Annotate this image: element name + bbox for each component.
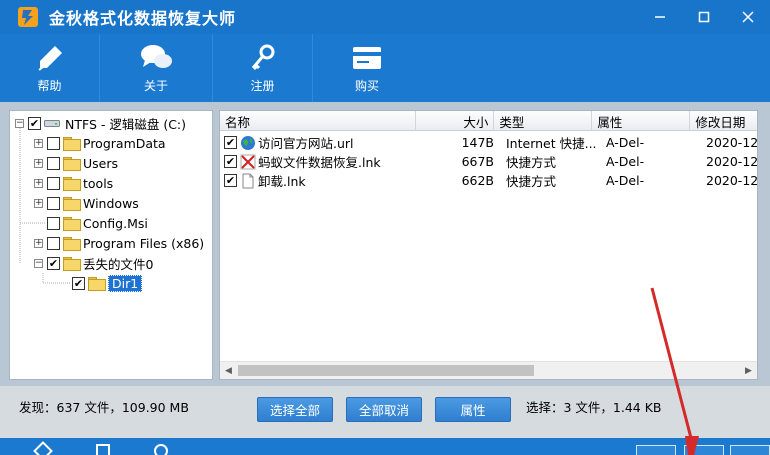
- file-attributes: A-Del-: [606, 135, 645, 150]
- deselect-all-button[interactable]: 全部取消: [346, 397, 422, 422]
- tree-item-label: Dir1: [108, 274, 143, 292]
- title-bar: 金秋格式化数据恢复大师: [0, 0, 770, 34]
- tree-lines: [19, 128, 70, 284]
- file-type: 快捷方式: [506, 174, 557, 189]
- horizontal-scrollbar[interactable]: ◀ ▶: [220, 361, 757, 379]
- save-icon[interactable]: [96, 444, 110, 455]
- file-size: 662B: [461, 173, 494, 188]
- column-header-type[interactable]: 类型: [494, 111, 593, 131]
- file-type: 快捷方式: [506, 155, 557, 170]
- column-header-modified-date[interactable]: 修改日期: [690, 111, 757, 131]
- list-item[interactable]: ✔ 蚂蚁文件数据恢复.lnk 667B 快捷方式 A-Del- 2020-12-: [220, 152, 758, 171]
- column-header-name[interactable]: 名称: [220, 111, 416, 131]
- search-icon[interactable]: [154, 444, 168, 455]
- list-item-checkbox[interactable]: ✔: [224, 155, 237, 168]
- list-item[interactable]: ✔ 访问官方网站.url 147B Internet 快捷... A-Del- …: [220, 133, 758, 152]
- window-controls: [638, 0, 770, 34]
- register-label: 注册: [250, 78, 275, 93]
- file-attributes: A-Del-: [606, 173, 645, 188]
- properties-button[interactable]: 属性: [435, 397, 511, 422]
- file-list[interactable]: 名称 大小 类型 属性 修改日期 ✔ 访问官方网站.url 147B Inter…: [219, 110, 758, 380]
- file-icon: [240, 173, 256, 189]
- file-type: Internet 快捷...: [506, 136, 597, 151]
- file-date: 2020-12-: [706, 154, 758, 169]
- footer-box-icon[interactable]: [684, 445, 724, 455]
- file-size: 147B: [461, 135, 494, 150]
- file-size: 667B: [461, 154, 494, 169]
- register-button[interactable]: 注册: [213, 34, 313, 102]
- file-name: 蚂蚁文件数据恢复.lnk: [258, 155, 381, 170]
- file-date: 2020-12-: [706, 173, 758, 188]
- footer-bar: [0, 438, 770, 455]
- select-all-button[interactable]: 选择全部: [257, 397, 333, 422]
- column-header-size[interactable]: 大小: [416, 111, 495, 131]
- footer-box-icon[interactable]: [636, 445, 676, 455]
- toolbar: 帮助 关于 注册 购买: [0, 34, 770, 102]
- column-header-attributes[interactable]: 属性: [592, 111, 691, 131]
- globe-icon: [240, 135, 256, 151]
- broken-link-icon: [240, 154, 256, 170]
- card-icon: [349, 43, 385, 73]
- maximize-button[interactable]: [682, 0, 726, 34]
- status-bar: 发现：637 文件，109.90 MB 选择全部 全部取消 属性 选择：3 文件…: [0, 386, 770, 438]
- minimize-button[interactable]: [638, 0, 682, 34]
- folder-tree[interactable]: − ✔ NTFS - 逻辑磁盘 (C:) + ProgramData + Use…: [9, 110, 213, 380]
- file-name: 卸载.lnk: [258, 174, 306, 189]
- list-header: 名称 大小 类型 属性 修改日期: [220, 111, 757, 131]
- help-button[interactable]: 帮助: [0, 34, 100, 102]
- file-name: 访问官方网站.url: [258, 136, 354, 151]
- found-status: 发现：637 文件，109.90 MB: [19, 400, 189, 415]
- list-item[interactable]: ✔ 卸载.lnk 662B 快捷方式 A-Del- 2020-12-: [220, 171, 758, 190]
- selected-status: 选择：3 文件，1.44 KB: [526, 400, 662, 415]
- file-date: 2020-12-: [706, 135, 758, 150]
- footer-box-icon[interactable]: [730, 445, 770, 455]
- about-label: 关于: [143, 78, 168, 93]
- key-icon: [245, 43, 281, 73]
- main-panel-area: − ✔ NTFS - 逻辑磁盘 (C:) + ProgramData + Use…: [0, 102, 770, 386]
- about-button[interactable]: 关于: [100, 34, 213, 102]
- scroll-left-icon[interactable]: ◀: [220, 362, 237, 379]
- buy-button[interactable]: 购买: [313, 34, 421, 102]
- scroll-right-icon[interactable]: ▶: [740, 362, 757, 379]
- help-label: 帮助: [37, 78, 62, 93]
- scrollbar-thumb[interactable]: [238, 365, 534, 376]
- buy-label: 购买: [354, 78, 379, 93]
- app-logo-icon: [17, 6, 39, 28]
- list-item-checkbox[interactable]: ✔: [224, 174, 237, 187]
- chat-bubbles-icon: [138, 43, 174, 73]
- window-title: 金秋格式化数据恢复大师: [49, 9, 237, 28]
- list-item-checkbox[interactable]: ✔: [224, 136, 237, 149]
- pen-help-icon: [32, 43, 68, 73]
- home-icon[interactable]: [33, 441, 53, 455]
- file-attributes: A-Del-: [606, 154, 645, 169]
- close-button[interactable]: [726, 0, 770, 34]
